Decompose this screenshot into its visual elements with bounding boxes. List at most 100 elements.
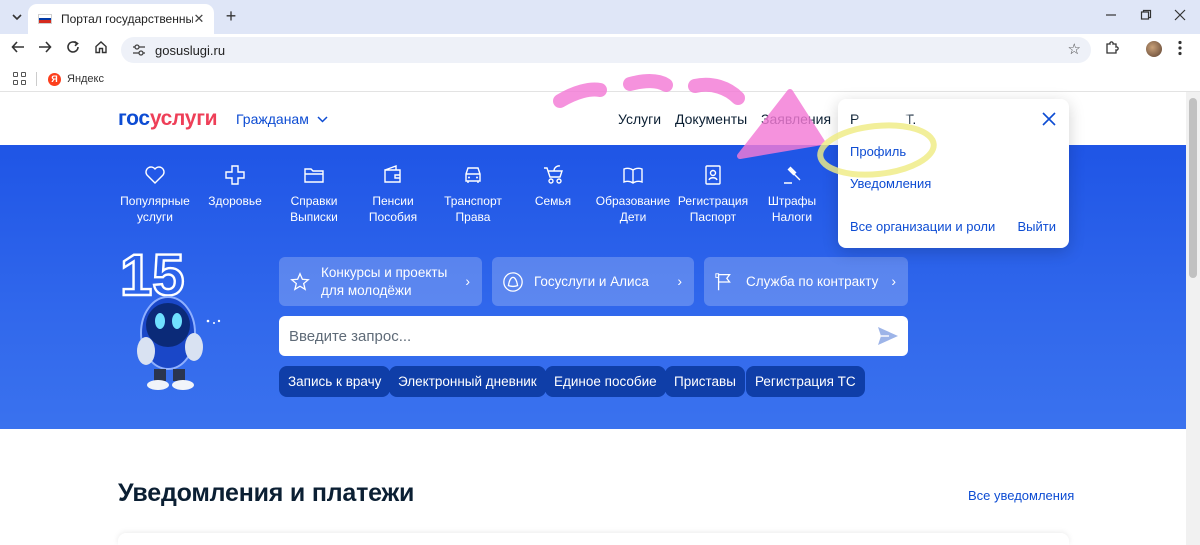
notifications-section-title: Уведомления и платежи [118,479,415,507]
scrollbar-thumb[interactable] [1189,98,1197,278]
folder-icon [304,168,324,183]
notifications-card [118,533,1069,545]
profile-avatar[interactable] [1146,41,1162,57]
category-registration[interactable]: Регистрация Паспорт [673,163,753,225]
alice-icon [503,271,523,292]
chevron-right-icon: › [677,273,682,289]
audience-selector[interactable]: Гражданам [236,111,328,127]
medical-cross-icon [225,165,245,185]
logout-link[interactable]: Выйти [1018,219,1057,234]
chip-bailiffs[interactable]: Приставы [665,366,745,397]
nav-link-applications[interactable]: Заявления [761,111,831,127]
minimize-button[interactable] [1097,4,1125,28]
category-health[interactable]: Здоровье [195,163,275,209]
bookmark-yandex[interactable]: Я Яндекс [48,70,104,88]
reload-button[interactable] [62,39,84,61]
category-label: Транспорт Права [444,194,502,224]
home-button[interactable] [90,39,112,61]
tab-title: Портал государственных услуг [61,12,193,26]
close-icon [1174,9,1186,21]
robot-mascot-image: 15 [119,243,221,390]
category-label: Образование Дети [595,194,671,224]
address-bar[interactable]: gosuslugi.ru ☆ [121,37,1091,63]
back-button[interactable] [7,39,29,61]
chevron-down-icon [317,115,328,123]
close-icon[interactable] [1041,111,1057,127]
promo-label: Служба по контракту [746,273,879,289]
category-popular[interactable]: Популярные услуги [115,163,195,225]
tab-search-button[interactable] [6,6,28,28]
browser-tab[interactable]: Портал государственных услуг ✕ [28,4,214,34]
home-icon [95,41,107,54]
yandex-icon: Я [48,72,61,86]
search-bar [279,316,908,356]
promo-alice[interactable]: Госуслуги и Алиса › [492,257,694,306]
category-family[interactable]: Семья [513,163,593,209]
arrow-left-icon [11,41,24,53]
minimize-icon [1106,14,1116,16]
nav-link-documents[interactable]: Документы [675,111,747,127]
id-card-icon [705,165,721,185]
car-icon [465,167,481,183]
nav-link-services[interactable]: Услуги [618,111,661,127]
category-education[interactable]: Образование Дети [593,163,673,225]
site-settings-icon[interactable] [131,42,147,58]
gosuslugi-logo[interactable]: госуслуги [118,107,218,131]
search-input[interactable] [289,327,859,345]
restore-icon [1140,9,1152,20]
send-icon[interactable] [877,326,899,346]
gavel-icon [784,166,801,184]
close-window-button[interactable] [1166,4,1194,28]
forward-button[interactable] [34,39,56,61]
category-label: Популярные услуги [120,194,190,224]
flag-icon [715,272,731,290]
bookmark-star-icon[interactable]: ☆ [1068,40,1081,58]
apps-grid-icon[interactable] [13,72,26,85]
promo-label: Конкурсы и проекты для молодёжи [321,264,448,298]
notifications-link[interactable]: Уведомления [850,176,931,191]
book-icon [623,167,643,184]
category-certificates[interactable]: Справки Выписки [274,163,354,225]
stroller-icon [544,165,563,184]
extensions-button[interactable] [1104,39,1124,59]
heart-icon [145,166,165,184]
bookmarks-bar: Я Яндекс [0,66,1200,92]
new-tab-button[interactable]: + [220,5,242,27]
category-pensions[interactable]: Пенсии Пособия [353,163,433,225]
category-transport[interactable]: Транспорт Права [433,163,513,225]
chip-unified-benefit[interactable]: Единое пособие [545,366,666,397]
browser-menu-icon[interactable] [1178,40,1182,60]
arrow-right-icon [39,41,52,53]
chevron-right-icon: › [891,273,896,289]
restore-button[interactable] [1132,4,1160,28]
profile-dropdown: Р Т. Профиль Уведомления Все организации … [838,99,1069,248]
chip-doctor-appointment[interactable]: Запись к врачу [279,366,391,397]
category-fines[interactable]: Штрафы Налоги [752,163,832,225]
promo-contract-service[interactable]: Служба по контракту › [704,257,908,306]
bookmarks-divider [36,72,37,86]
tab-close-icon[interactable]: ✕ [192,12,206,26]
promo-label: Госуслуги и Алиса [534,273,649,289]
user-name-redaction [860,111,908,129]
russia-flag-icon [38,14,52,24]
chip-vehicle-registration[interactable]: Регистрация ТС [746,366,865,397]
bookmark-label: Яндекс [67,73,104,85]
category-label: Штрафы Налоги [767,194,817,224]
page-scrollbar[interactable] [1186,92,1200,545]
organizations-roles-link[interactable]: Все организации и роли [850,219,995,234]
audience-label: Гражданам [236,111,309,127]
category-label: Пенсии Пособия [368,194,418,224]
category-label: Справки Выписки [290,194,338,224]
wallet-icon [384,165,401,183]
profile-link[interactable]: Профиль [850,144,906,159]
chip-e-diary[interactable]: Электронный дневник [389,366,546,397]
star-icon [290,271,310,291]
category-label: Здоровье [208,194,262,208]
all-notifications-link[interactable]: Все уведомления [968,488,1074,503]
promo-youth-projects[interactable]: Конкурсы и проекты для молодёжи › [279,257,482,306]
browser-toolbar: gosuslugi.ru ☆ [0,34,1200,66]
category-label: Семья [534,194,572,208]
browser-tab-bar: Портал государственных услуг ✕ + [0,0,1200,34]
chevron-right-icon: › [465,273,470,289]
reload-icon [67,40,79,53]
